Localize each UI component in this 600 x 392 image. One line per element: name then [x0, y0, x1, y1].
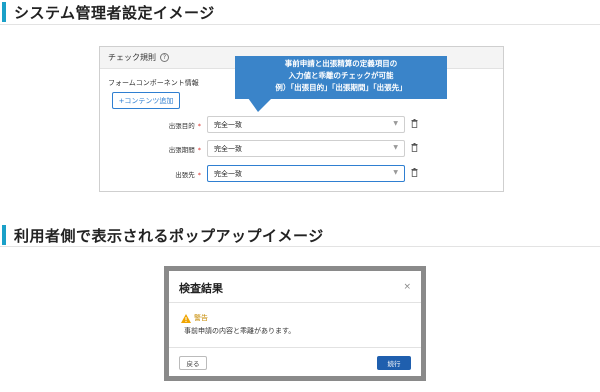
add-content-button[interactable]: +コンテンツ追加 [112, 92, 180, 109]
divider [169, 302, 421, 303]
callout-pointer [248, 98, 272, 112]
inspection-result-dialog: 検査結果 × 警告 事前申請の内容と乖離があります。 戻る 続行 [169, 271, 421, 376]
heading-accent-bar [2, 225, 6, 245]
continue-button[interactable]: 続行 [377, 356, 411, 370]
divider [0, 24, 600, 25]
warning-label: 警告 [194, 314, 208, 322]
match-rule-select[interactable]: 完全一致 ▼ [207, 116, 405, 133]
field-row-destination: 出張先 * 完全一致 ▼ [100, 165, 505, 183]
popup-frame: 検査結果 × 警告 事前申請の内容と乖離があります。 戻る 続行 [164, 266, 426, 381]
field-label: 出張目的 * [168, 122, 201, 130]
divider [0, 246, 600, 247]
warning-message: 事前申請の内容と乖離があります。 [184, 327, 296, 335]
heading-accent-bar [2, 2, 6, 22]
chevron-down-icon: ▼ [393, 144, 398, 151]
panel-subheading: フォームコンポーネント情報 [108, 79, 199, 87]
callout-line: 入力値と乖離のチェックが可能 [288, 71, 394, 80]
match-rule-select[interactable]: 完全一致 ▼ [207, 140, 405, 157]
divider [169, 347, 421, 348]
section-title: システム管理者設定イメージ [14, 3, 215, 22]
section-heading-admin: システム管理者設定イメージ [0, 1, 215, 23]
close-icon[interactable]: × [403, 282, 411, 292]
section-title: 利用者側で表示されるポップアップイメージ [14, 226, 324, 245]
trash-icon[interactable] [411, 143, 418, 152]
section-heading-user: 利用者側で表示されるポップアップイメージ [0, 224, 324, 246]
warning-row: 警告 [181, 313, 208, 323]
panel-title: チェック規則 [108, 53, 156, 62]
field-row-purpose: 出張目的 * 完全一致 ▼ [100, 116, 505, 134]
back-button[interactable]: 戻る [179, 356, 207, 370]
explanation-callout: 事前申請と出張精算の定義項目の 入力値と乖離のチェックが可能 例）「出張目的」「… [235, 56, 447, 99]
match-rule-select[interactable]: 完全一致 ▼ [207, 165, 405, 182]
chevron-down-icon: ▼ [393, 120, 398, 127]
warning-icon [181, 313, 191, 323]
callout-line: 事前申請と出張精算の定義項目の [284, 59, 398, 68]
trash-icon[interactable] [411, 168, 418, 177]
trash-icon[interactable] [411, 119, 418, 128]
help-icon[interactable]: ? [160, 53, 169, 62]
chevron-down-icon: ▼ [393, 169, 398, 176]
field-label: 出張期間 * [168, 146, 201, 154]
callout-line: 例）「出張目的」「出張期間」「出張先」 [275, 83, 407, 92]
field-label: 出張先 * [175, 171, 201, 179]
field-row-period: 出張期間 * 完全一致 ▼ [100, 140, 505, 158]
dialog-title: 検査結果 [179, 282, 223, 295]
